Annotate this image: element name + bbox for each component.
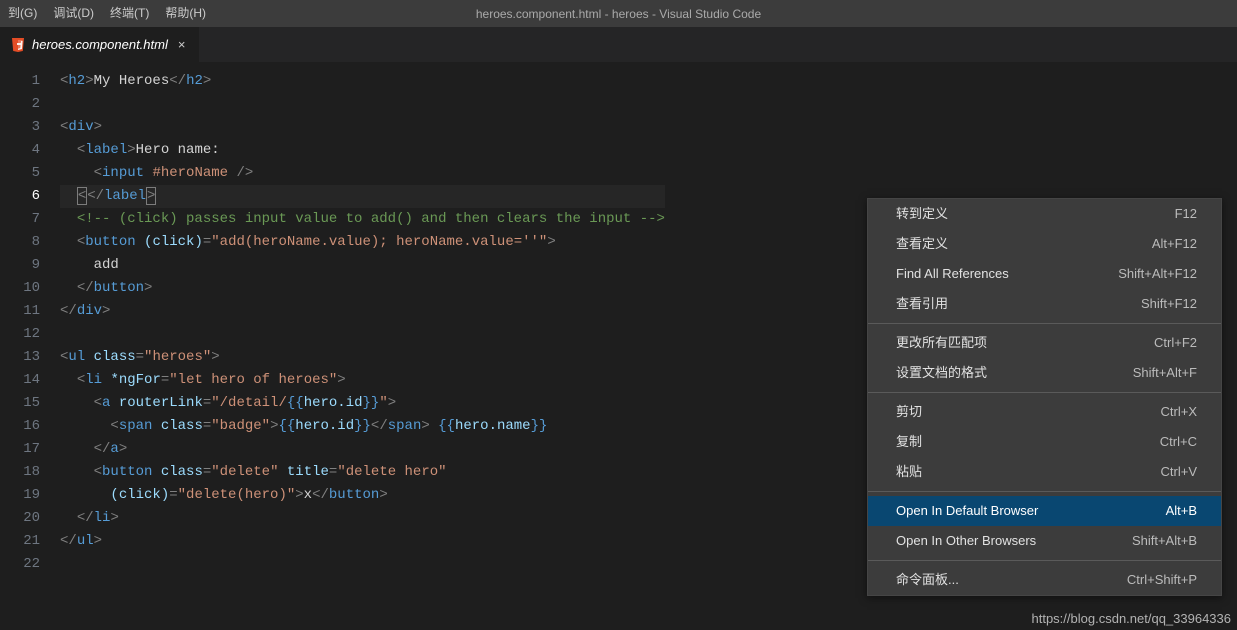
line-number: 1	[0, 70, 60, 93]
line-number: 22	[0, 553, 60, 576]
context-menu-shortcut: Ctrl+Shift+P	[1127, 570, 1197, 590]
code-line[interactable]: <a routerLink="/detail/{{hero.id}}">	[60, 392, 665, 415]
line-number: 4	[0, 139, 60, 162]
menu-goto[interactable]: 到(G)	[0, 0, 45, 27]
line-number: 12	[0, 323, 60, 346]
context-menu-separator	[868, 491, 1221, 492]
line-number: 5	[0, 162, 60, 185]
code-line[interactable]: </li>	[60, 507, 665, 530]
code-line[interactable]: <button class="delete" title="delete her…	[60, 461, 665, 484]
line-number: 14	[0, 369, 60, 392]
context-menu-label: Open In Other Browsers	[896, 531, 1036, 551]
line-number: 20	[0, 507, 60, 530]
context-menu-label: Open In Default Browser	[896, 501, 1038, 521]
code-line[interactable]	[60, 93, 665, 116]
context-menu-item[interactable]: Find All References Shift+Alt+F12	[868, 259, 1221, 289]
context-menu-label: 更改所有匹配项	[896, 333, 987, 353]
context-menu-separator	[868, 560, 1221, 561]
context-menu-item[interactable]: Open In Other Browsers Shift+Alt+B	[868, 526, 1221, 556]
code-line[interactable]: <input #heroName />	[60, 162, 665, 185]
code-line[interactable]: <div>	[60, 116, 665, 139]
code-line[interactable]: </ul>	[60, 530, 665, 553]
context-menu-shortcut: Ctrl+V	[1161, 462, 1197, 482]
context-menu-item[interactable]: 设置文档的格式 Shift+Alt+F	[868, 358, 1221, 388]
context-menu-item[interactable]: 查看定义 Alt+F12	[868, 229, 1221, 259]
context-menu-item[interactable]: 查看引用 Shift+F12	[868, 289, 1221, 319]
context-menu-shortcut: Shift+F12	[1141, 294, 1197, 314]
code-line[interactable]: <</label>	[60, 185, 665, 208]
context-menu-item[interactable]: 命令面板... Ctrl+Shift+P	[868, 565, 1221, 595]
context-menu-shortcut: Alt+F12	[1152, 234, 1197, 254]
context-menu-shortcut: Shift+Alt+F12	[1118, 264, 1197, 284]
line-number: 8	[0, 231, 60, 254]
window-title: heroes.component.html - heroes - Visual …	[476, 7, 761, 21]
line-number: 11	[0, 300, 60, 323]
context-menu-item[interactable]: 更改所有匹配项 Ctrl+F2	[868, 328, 1221, 358]
context-menu-item[interactable]: 转到定义 F12	[868, 199, 1221, 229]
code-line[interactable]: <!-- (click) passes input value to add()…	[60, 208, 665, 231]
code-line[interactable]	[60, 553, 665, 576]
html-file-icon	[10, 37, 26, 53]
line-number: 3	[0, 116, 60, 139]
context-menu-shortcut: Alt+B	[1166, 501, 1197, 521]
line-number: 18	[0, 461, 60, 484]
context-menu-label: 粘贴	[896, 462, 922, 482]
context-menu-shortcut: Shift+Alt+F	[1133, 363, 1197, 383]
tab-bar: heroes.component.html ×	[0, 27, 1237, 62]
context-menu-label: 转到定义	[896, 204, 948, 224]
line-number: 2	[0, 93, 60, 116]
line-number: 6	[0, 185, 60, 208]
context-menu-shortcut: Ctrl+F2	[1154, 333, 1197, 353]
code-line[interactable]: <li *ngFor="let hero of heroes">	[60, 369, 665, 392]
context-menu-label: 查看引用	[896, 294, 948, 314]
line-number: 16	[0, 415, 60, 438]
tab-label: heroes.component.html	[32, 37, 168, 52]
menu-help[interactable]: 帮助(H)	[157, 0, 214, 27]
code-line[interactable]: <h2>My Heroes</h2>	[60, 70, 665, 93]
tab-heroes-component[interactable]: heroes.component.html ×	[0, 27, 200, 62]
code-line[interactable]: </a>	[60, 438, 665, 461]
code-line[interactable]: <button (click)="add(heroName.value); he…	[60, 231, 665, 254]
context-menu-label: 查看定义	[896, 234, 948, 254]
context-menu-item[interactable]: 复制 Ctrl+C	[868, 427, 1221, 457]
code-line[interactable]: <ul class="heroes">	[60, 346, 665, 369]
context-menu-item[interactable]: Open In Default Browser Alt+B	[868, 496, 1221, 526]
context-menu-shortcut: Ctrl+X	[1161, 402, 1197, 422]
context-menu-shortcut: Ctrl+C	[1160, 432, 1197, 452]
line-number: 10	[0, 277, 60, 300]
context-menu[interactable]: 转到定义 F12 查看定义 Alt+F12 Find All References Shi…	[867, 198, 1222, 596]
context-menu-label: 剪切	[896, 402, 922, 422]
code-line[interactable]: add	[60, 254, 665, 277]
context-menu-label: Find All References	[896, 264, 1009, 284]
context-menu-shortcut: Shift+Alt+B	[1132, 531, 1197, 551]
context-menu-shortcut: F12	[1175, 204, 1197, 224]
menu-terminal[interactable]: 终端(T)	[102, 0, 157, 27]
context-menu-label: 命令面板...	[896, 570, 959, 590]
close-icon[interactable]: ×	[174, 37, 190, 52]
context-menu-item[interactable]: 粘贴 Ctrl+V	[868, 457, 1221, 487]
line-number: 13	[0, 346, 60, 369]
line-number: 9	[0, 254, 60, 277]
code-line[interactable]: (click)="delete(hero)">x</button>	[60, 484, 665, 507]
line-number: 21	[0, 530, 60, 553]
line-number: 17	[0, 438, 60, 461]
code-line[interactable]: <span class="badge">{{hero.id}}</span> {…	[60, 415, 665, 438]
context-menu-label: 设置文档的格式	[896, 363, 987, 383]
code-line[interactable]	[60, 323, 665, 346]
line-number: 7	[0, 208, 60, 231]
code-line[interactable]: <label>Hero name:	[60, 139, 665, 162]
menu-bar: 到(G) 调试(D) 终端(T) 帮助(H) heroes.component.…	[0, 0, 1237, 27]
line-number: 15	[0, 392, 60, 415]
line-number: 19	[0, 484, 60, 507]
menu-debug[interactable]: 调试(D)	[45, 0, 102, 27]
code-area[interactable]: <h2>My Heroes</h2> <div> <label>Hero nam…	[60, 62, 665, 630]
context-menu-separator	[868, 392, 1221, 393]
context-menu-item[interactable]: 剪切 Ctrl+X	[868, 397, 1221, 427]
line-number-gutter: 12345678910111213141516171819202122	[0, 62, 60, 630]
code-line[interactable]: </button>	[60, 277, 665, 300]
watermark: https://blog.csdn.net/qq_33964336	[1032, 611, 1232, 626]
code-line[interactable]: </div>	[60, 300, 665, 323]
context-menu-separator	[868, 323, 1221, 324]
context-menu-label: 复制	[896, 432, 922, 452]
